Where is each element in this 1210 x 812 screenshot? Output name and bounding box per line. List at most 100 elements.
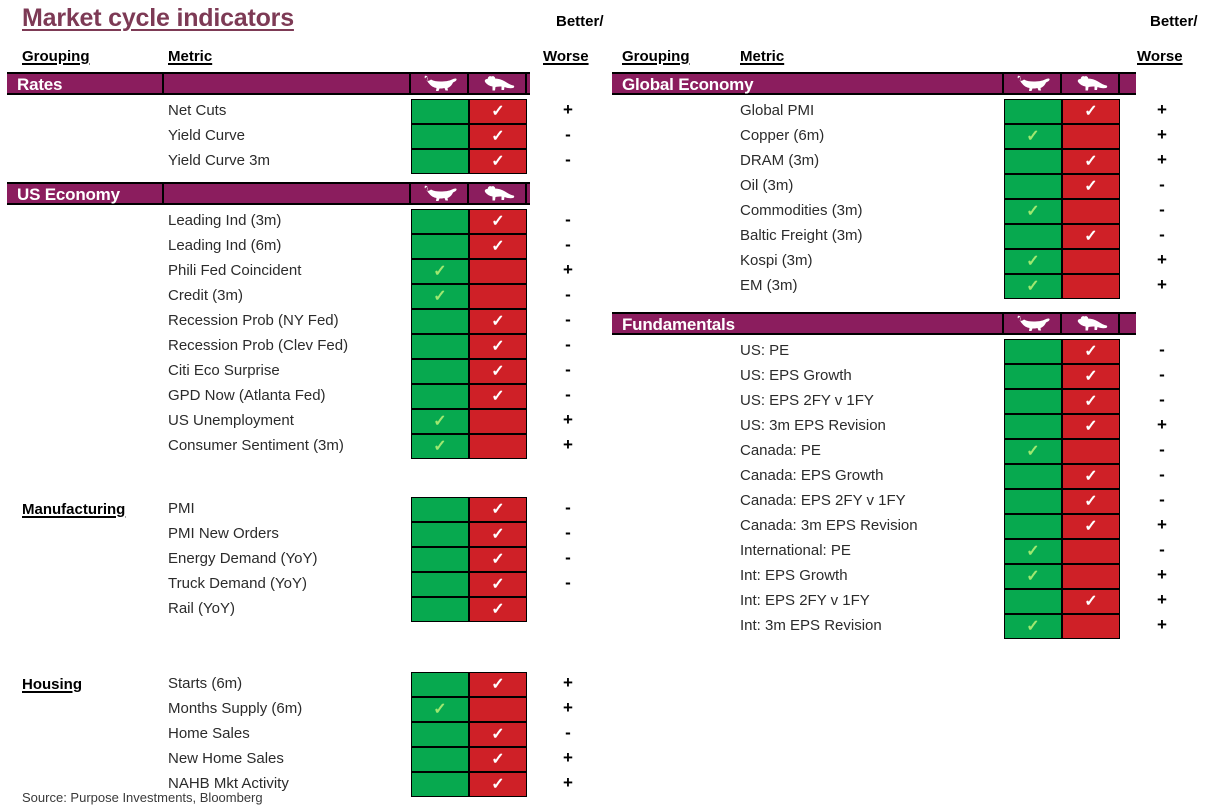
better-worse-indicator: -	[565, 335, 571, 354]
bear-signal-cell	[1062, 274, 1120, 299]
check-icon: ✓	[491, 575, 505, 593]
bear-signal-cell: ✓	[469, 522, 527, 547]
metric-label: Int: 3m EPS Revision	[740, 617, 882, 634]
metric-row: Int: EPS Growth ✓ +	[612, 564, 1210, 589]
bull-signal-cell	[411, 99, 469, 124]
bull-signal-cell	[411, 772, 469, 797]
bull-icon	[1004, 312, 1062, 335]
bear-signal-cell: ✓	[469, 209, 527, 234]
group-score: 5 / 7	[1143, 315, 1177, 334]
metric-row: US: EPS 2FY v 1FY ✓ -	[612, 389, 1210, 414]
bull-signal-cell	[411, 384, 469, 409]
metric-row: Leading Ind (6m) ✓ -	[0, 234, 612, 259]
better-worse-indicator: +	[1157, 250, 1167, 269]
bear-signal-cell: ✓	[469, 124, 527, 149]
bear-signal-cell	[1062, 439, 1120, 464]
bear-signal-cell: ✓	[1062, 464, 1120, 489]
group-header-band: US Economy 7 / 12	[7, 182, 592, 205]
metric-row: Commodities (3m) ✓ -	[612, 199, 1210, 224]
metric-row: PMI ✓ -	[0, 497, 612, 522]
bull-signal-cell	[1004, 339, 1062, 364]
metric-label: Yield Curve	[168, 127, 245, 144]
source-note: Source: Purpose Investments, Bloomberg	[22, 790, 263, 805]
bull-signal-cell	[1004, 589, 1062, 614]
better-worse-indicator: -	[565, 210, 571, 229]
check-icon: ✓	[1084, 367, 1098, 385]
metric-row: Yield Curve ✓ -	[0, 124, 612, 149]
header-worse-label: Worse	[1137, 48, 1183, 65]
bull-signal-cell	[411, 747, 469, 772]
metric-label: Copper (6m)	[740, 127, 825, 144]
metric-label: Oil (3m)	[740, 177, 794, 194]
metric-row: Kospi (3m) ✓ +	[612, 249, 1210, 274]
bear-signal-cell	[469, 409, 527, 434]
bear-signal-cell: ✓	[1062, 99, 1120, 124]
better-worse-indicator: -	[1159, 365, 1165, 384]
bull-signal-cell: ✓	[411, 259, 469, 284]
better-worse-indicator: -	[1159, 175, 1165, 194]
bull-signal-cell	[411, 124, 469, 149]
better-worse-indicator: +	[1157, 275, 1167, 294]
bear-icon	[1062, 72, 1120, 95]
metric-row: Home Sales ✓ -	[0, 722, 612, 747]
bull-signal-cell	[1004, 514, 1062, 539]
metric-label: PMI New Orders	[168, 525, 279, 542]
metric-row: Months Supply (6m) ✓ +	[0, 697, 612, 722]
check-icon: ✓	[491, 212, 505, 230]
better-worse-indicator: +	[1157, 590, 1167, 609]
better-worse-indicator: +	[1157, 615, 1167, 634]
check-icon: ✓	[491, 102, 505, 120]
bull-icon	[411, 182, 469, 205]
bear-signal-cell: ✓	[469, 547, 527, 572]
metric-label: Canada: 3m EPS Revision	[740, 517, 918, 534]
bear-signal-cell	[1062, 124, 1120, 149]
check-icon: ✓	[1084, 467, 1098, 485]
bull-signal-cell	[1004, 389, 1062, 414]
better-worse-indicator: -	[1159, 340, 1165, 359]
better-worse-indicator: -	[565, 310, 571, 329]
metric-row: US: PE ✓ -	[612, 339, 1210, 364]
bull-signal-cell	[1004, 464, 1062, 489]
bear-signal-cell	[1062, 249, 1120, 274]
bull-signal-cell	[411, 572, 469, 597]
bear-signal-cell: ✓	[469, 722, 527, 747]
metric-row: New Home Sales ✓ +	[0, 747, 612, 772]
check-icon: ✓	[1084, 417, 1098, 435]
metric-row: Truck Demand (YoY) ✓ -	[0, 572, 612, 597]
bull-signal-cell	[411, 597, 469, 622]
better-worse-indicator: -	[565, 125, 571, 144]
check-icon: ✓	[433, 700, 447, 718]
header-grouping-label: Grouping	[622, 48, 690, 65]
better-worse-indicator: +	[1157, 415, 1167, 434]
metric-row: Oil (3m) ✓ -	[612, 174, 1210, 199]
better-worse-indicator: +	[563, 410, 573, 429]
metric-label: Leading Ind (6m)	[168, 237, 282, 254]
metric-row: Baltic Freight (3m) ✓ -	[612, 224, 1210, 249]
metric-label: Baltic Freight (3m)	[740, 227, 863, 244]
better-worse-indicator: -	[1159, 465, 1165, 484]
header-metric-label: Metric	[740, 48, 785, 65]
bull-signal-cell	[1004, 99, 1062, 124]
metric-label: US Unemployment	[168, 412, 294, 429]
bear-signal-cell: ✓	[469, 384, 527, 409]
check-icon: ✓	[1026, 542, 1040, 560]
better-worse-indicator: +	[563, 435, 573, 454]
check-icon: ✓	[433, 412, 447, 430]
better-worse-indicator: +	[563, 260, 573, 279]
bear-icon	[469, 182, 527, 205]
bear-signal-cell	[1062, 199, 1120, 224]
metric-label: Citi Eco Surprise	[168, 362, 280, 379]
band-divider	[162, 72, 164, 95]
bull-signal-cell: ✓	[411, 434, 469, 459]
bull-signal-cell	[411, 672, 469, 697]
group-header-band: Global Economy 5 / 3	[612, 72, 1176, 95]
metric-label: Recession Prob (NY Fed)	[168, 312, 339, 329]
metric-row: PMI New Orders ✓ -	[0, 522, 612, 547]
metric-label: Canada: EPS Growth	[740, 467, 884, 484]
bear-icon	[469, 72, 527, 95]
bear-signal-cell: ✓	[1062, 414, 1120, 439]
better-worse-indicator: -	[1159, 225, 1165, 244]
bull-signal-cell	[1004, 174, 1062, 199]
bull-signal-cell	[411, 497, 469, 522]
header-worse-label: Worse	[543, 48, 589, 65]
